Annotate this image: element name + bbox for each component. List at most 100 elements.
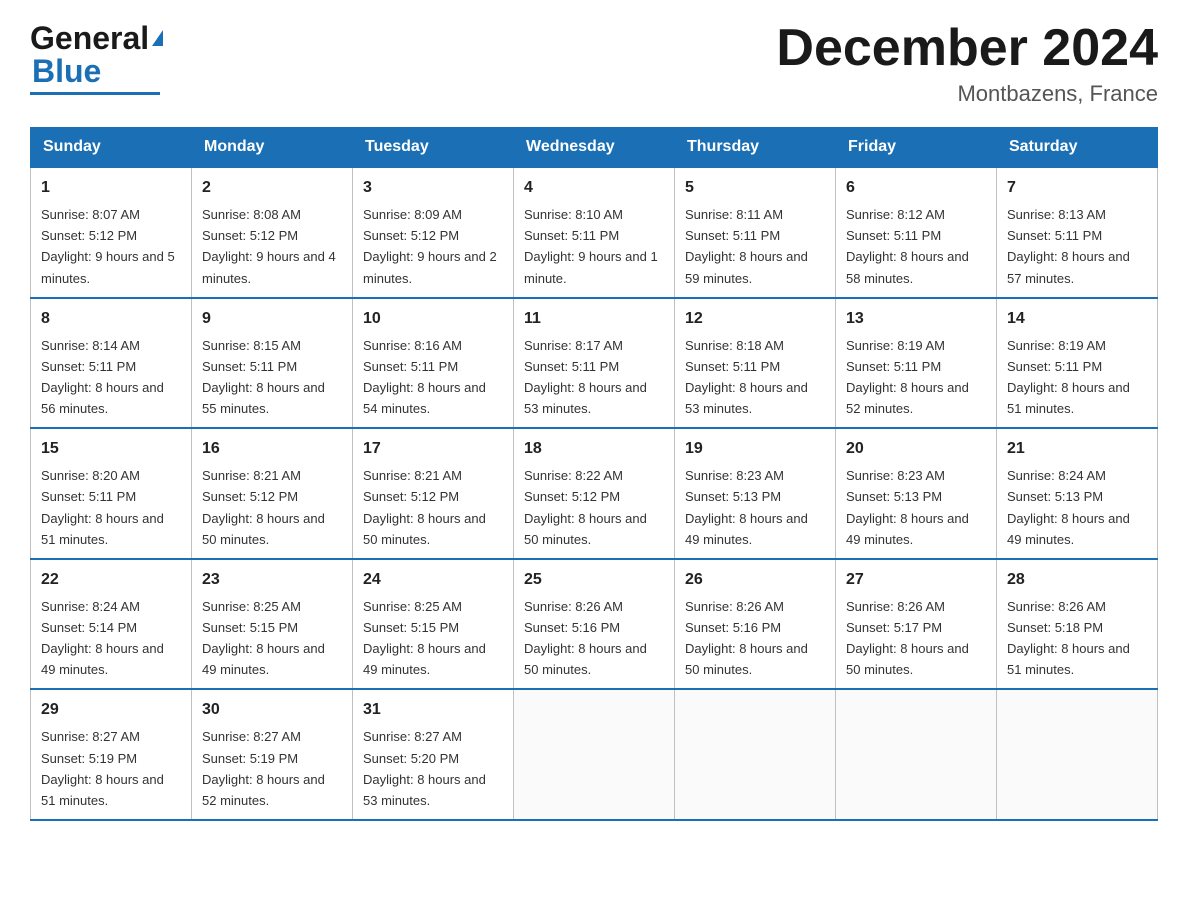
location-text: Montbazens, France [776, 81, 1158, 107]
logo-triangle-icon [152, 30, 163, 46]
day-info: Sunrise: 8:11 AMSunset: 5:11 PMDaylight:… [685, 207, 808, 285]
day-number: 7 [1007, 176, 1147, 200]
day-number: 20 [846, 437, 986, 461]
table-row: 1 Sunrise: 8:07 AMSunset: 5:12 PMDayligh… [31, 167, 192, 298]
day-number: 27 [846, 568, 986, 592]
day-info: Sunrise: 8:22 AMSunset: 5:12 PMDaylight:… [524, 468, 647, 546]
day-info: Sunrise: 8:19 AMSunset: 5:11 PMDaylight:… [1007, 338, 1130, 416]
day-info: Sunrise: 8:08 AMSunset: 5:12 PMDaylight:… [202, 207, 336, 285]
day-number: 18 [524, 437, 664, 461]
table-row: 18 Sunrise: 8:22 AMSunset: 5:12 PMDaylig… [514, 428, 675, 559]
day-number: 12 [685, 307, 825, 331]
day-number: 14 [1007, 307, 1147, 331]
day-info: Sunrise: 8:24 AMSunset: 5:14 PMDaylight:… [41, 599, 164, 677]
day-info: Sunrise: 8:26 AMSunset: 5:16 PMDaylight:… [524, 599, 647, 677]
day-info: Sunrise: 8:26 AMSunset: 5:16 PMDaylight:… [685, 599, 808, 677]
logo-blue-text: Blue [32, 53, 101, 89]
day-info: Sunrise: 8:07 AMSunset: 5:12 PMDaylight:… [41, 207, 175, 285]
day-number: 16 [202, 437, 342, 461]
day-info: Sunrise: 8:25 AMSunset: 5:15 PMDaylight:… [202, 599, 325, 677]
day-number: 4 [524, 176, 664, 200]
day-number: 15 [41, 437, 181, 461]
table-row: 12 Sunrise: 8:18 AMSunset: 5:11 PMDaylig… [675, 298, 836, 429]
title-section: December 2024 Montbazens, France [776, 20, 1158, 107]
table-row: 4 Sunrise: 8:10 AMSunset: 5:11 PMDayligh… [514, 167, 675, 298]
table-row: 14 Sunrise: 8:19 AMSunset: 5:11 PMDaylig… [997, 298, 1158, 429]
table-row: 27 Sunrise: 8:26 AMSunset: 5:17 PMDaylig… [836, 559, 997, 690]
day-number: 26 [685, 568, 825, 592]
table-row: 24 Sunrise: 8:25 AMSunset: 5:15 PMDaylig… [353, 559, 514, 690]
day-number: 17 [363, 437, 503, 461]
table-row: 9 Sunrise: 8:15 AMSunset: 5:11 PMDayligh… [192, 298, 353, 429]
calendar-header-row: Sunday Monday Tuesday Wednesday Thursday… [31, 128, 1158, 168]
day-info: Sunrise: 8:21 AMSunset: 5:12 PMDaylight:… [202, 468, 325, 546]
day-number: 6 [846, 176, 986, 200]
day-info: Sunrise: 8:13 AMSunset: 5:11 PMDaylight:… [1007, 207, 1130, 285]
table-row: 15 Sunrise: 8:20 AMSunset: 5:11 PMDaylig… [31, 428, 192, 559]
day-info: Sunrise: 8:18 AMSunset: 5:11 PMDaylight:… [685, 338, 808, 416]
month-title: December 2024 [776, 20, 1158, 77]
table-row: 19 Sunrise: 8:23 AMSunset: 5:13 PMDaylig… [675, 428, 836, 559]
table-row: 10 Sunrise: 8:16 AMSunset: 5:11 PMDaylig… [353, 298, 514, 429]
day-number: 5 [685, 176, 825, 200]
day-info: Sunrise: 8:27 AMSunset: 5:19 PMDaylight:… [41, 729, 164, 807]
table-row [514, 689, 675, 820]
day-info: Sunrise: 8:16 AMSunset: 5:11 PMDaylight:… [363, 338, 486, 416]
table-row: 3 Sunrise: 8:09 AMSunset: 5:12 PMDayligh… [353, 167, 514, 298]
day-info: Sunrise: 8:23 AMSunset: 5:13 PMDaylight:… [685, 468, 808, 546]
day-number: 25 [524, 568, 664, 592]
day-number: 10 [363, 307, 503, 331]
day-number: 19 [685, 437, 825, 461]
day-info: Sunrise: 8:26 AMSunset: 5:18 PMDaylight:… [1007, 599, 1130, 677]
day-info: Sunrise: 8:21 AMSunset: 5:12 PMDaylight:… [363, 468, 486, 546]
table-row: 21 Sunrise: 8:24 AMSunset: 5:13 PMDaylig… [997, 428, 1158, 559]
table-row: 17 Sunrise: 8:21 AMSunset: 5:12 PMDaylig… [353, 428, 514, 559]
day-info: Sunrise: 8:27 AMSunset: 5:19 PMDaylight:… [202, 729, 325, 807]
day-info: Sunrise: 8:27 AMSunset: 5:20 PMDaylight:… [363, 729, 486, 807]
table-row: 13 Sunrise: 8:19 AMSunset: 5:11 PMDaylig… [836, 298, 997, 429]
day-info: Sunrise: 8:17 AMSunset: 5:11 PMDaylight:… [524, 338, 647, 416]
table-row: 11 Sunrise: 8:17 AMSunset: 5:11 PMDaylig… [514, 298, 675, 429]
logo: General Blue [30, 20, 163, 95]
table-row: 5 Sunrise: 8:11 AMSunset: 5:11 PMDayligh… [675, 167, 836, 298]
col-monday: Monday [192, 128, 353, 168]
day-number: 30 [202, 698, 342, 722]
logo-underline [30, 92, 160, 95]
day-info: Sunrise: 8:20 AMSunset: 5:11 PMDaylight:… [41, 468, 164, 546]
col-saturday: Saturday [997, 128, 1158, 168]
day-info: Sunrise: 8:26 AMSunset: 5:17 PMDaylight:… [846, 599, 969, 677]
table-row: 30 Sunrise: 8:27 AMSunset: 5:19 PMDaylig… [192, 689, 353, 820]
table-row: 16 Sunrise: 8:21 AMSunset: 5:12 PMDaylig… [192, 428, 353, 559]
day-number: 24 [363, 568, 503, 592]
day-number: 1 [41, 176, 181, 200]
table-row: 2 Sunrise: 8:08 AMSunset: 5:12 PMDayligh… [192, 167, 353, 298]
day-info: Sunrise: 8:24 AMSunset: 5:13 PMDaylight:… [1007, 468, 1130, 546]
col-friday: Friday [836, 128, 997, 168]
table-row: 22 Sunrise: 8:24 AMSunset: 5:14 PMDaylig… [31, 559, 192, 690]
col-sunday: Sunday [31, 128, 192, 168]
calendar-table: Sunday Monday Tuesday Wednesday Thursday… [30, 127, 1158, 821]
day-info: Sunrise: 8:10 AMSunset: 5:11 PMDaylight:… [524, 207, 658, 285]
table-row: 6 Sunrise: 8:12 AMSunset: 5:11 PMDayligh… [836, 167, 997, 298]
day-info: Sunrise: 8:09 AMSunset: 5:12 PMDaylight:… [363, 207, 497, 285]
day-number: 21 [1007, 437, 1147, 461]
day-info: Sunrise: 8:19 AMSunset: 5:11 PMDaylight:… [846, 338, 969, 416]
table-row: 29 Sunrise: 8:27 AMSunset: 5:19 PMDaylig… [31, 689, 192, 820]
table-row: 25 Sunrise: 8:26 AMSunset: 5:16 PMDaylig… [514, 559, 675, 690]
table-row: 26 Sunrise: 8:26 AMSunset: 5:16 PMDaylig… [675, 559, 836, 690]
day-number: 23 [202, 568, 342, 592]
table-row: 8 Sunrise: 8:14 AMSunset: 5:11 PMDayligh… [31, 298, 192, 429]
col-tuesday: Tuesday [353, 128, 514, 168]
col-thursday: Thursday [675, 128, 836, 168]
table-row: 7 Sunrise: 8:13 AMSunset: 5:11 PMDayligh… [997, 167, 1158, 298]
day-info: Sunrise: 8:14 AMSunset: 5:11 PMDaylight:… [41, 338, 164, 416]
day-info: Sunrise: 8:12 AMSunset: 5:11 PMDaylight:… [846, 207, 969, 285]
table-row: 23 Sunrise: 8:25 AMSunset: 5:15 PMDaylig… [192, 559, 353, 690]
day-number: 2 [202, 176, 342, 200]
day-number: 8 [41, 307, 181, 331]
day-number: 29 [41, 698, 181, 722]
day-info: Sunrise: 8:15 AMSunset: 5:11 PMDaylight:… [202, 338, 325, 416]
day-number: 3 [363, 176, 503, 200]
day-number: 9 [202, 307, 342, 331]
table-row: 31 Sunrise: 8:27 AMSunset: 5:20 PMDaylig… [353, 689, 514, 820]
